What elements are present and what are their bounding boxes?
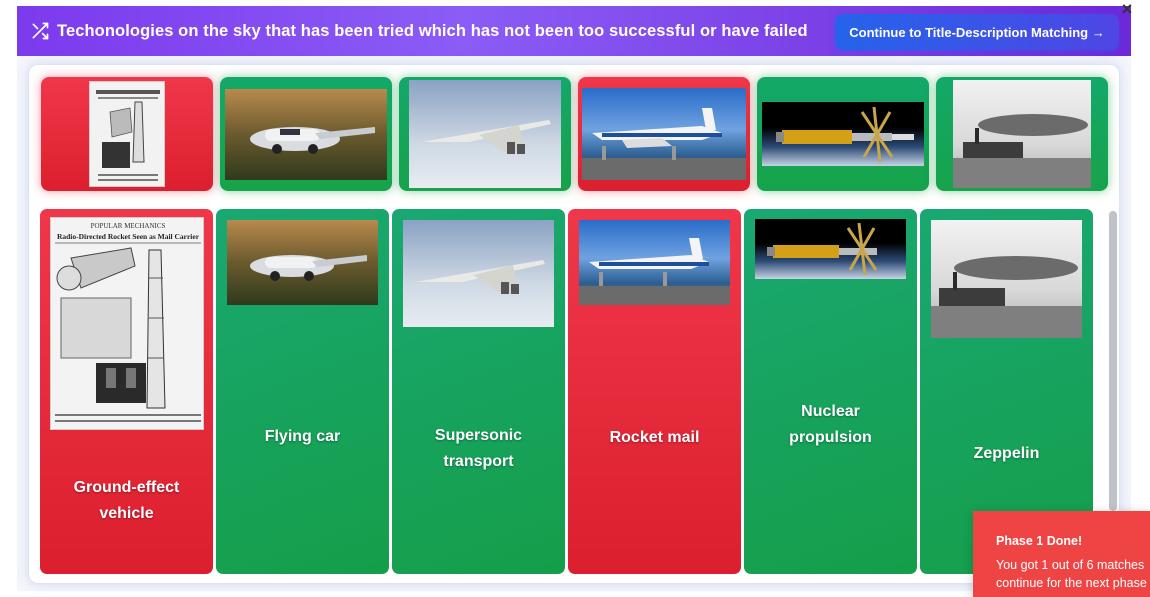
page-edge <box>0 0 17 597</box>
rocket-mail-image <box>89 81 165 187</box>
nuclear-card-image <box>755 219 906 279</box>
column-label-ground-effect: Ground-effect vehicle <box>73 479 180 522</box>
toast-message-line-2: continue for the next phase <box>996 576 1147 590</box>
thumbnail-ground-effect[interactable] <box>578 77 750 191</box>
column-label-nuclear: Nuclear propulsion <box>789 403 872 446</box>
magazine-headline: Radio-Directed Rocket Seen as Mail Carri… <box>56 232 199 241</box>
column-label-rocket-mail: Rocket mail <box>609 429 700 446</box>
zeppelin-image <box>953 80 1091 188</box>
stage: Techonologies on the sky that has been t… <box>0 0 1150 597</box>
page-title: Techonologies on the sky that has been t… <box>57 21 808 40</box>
supersonic-card-image <box>403 220 554 327</box>
nuclear-image <box>762 102 924 166</box>
supersonic-image <box>409 80 561 188</box>
toast-title: Phase 1 Done! <box>996 534 1083 548</box>
thumbnail-zeppelin[interactable] <box>936 77 1108 191</box>
thumbnail-supersonic[interactable] <box>399 77 571 191</box>
ground-effect-card-image <box>579 220 730 305</box>
zeppelin-card-image <box>931 220 1082 338</box>
drop-column-flying-car[interactable]: Flying car <box>216 209 389 574</box>
column-label-supersonic: Supersonic transport <box>434 427 523 470</box>
modal-header: Techonologies on the sky that has been t… <box>17 6 1131 56</box>
close-icon[interactable]: × <box>1117 0 1137 20</box>
thumbnail-nuclear[interactable] <box>757 77 929 191</box>
thumbnail-flying-car[interactable] <box>220 77 392 191</box>
drop-column-rocket-mail[interactable]: Rocket mail <box>568 209 741 574</box>
flying-car-image <box>225 88 387 180</box>
drop-column-nuclear[interactable]: Nuclear propulsion <box>744 209 917 574</box>
flying-car-card-image <box>227 220 378 305</box>
game-modal: Techonologies on the sky that has been t… <box>17 6 1131 591</box>
drop-column-supersonic[interactable]: Supersonic transport <box>392 209 565 574</box>
thumbnail-rocket-mail[interactable] <box>41 77 213 191</box>
column-label-zeppelin: Zeppelin <box>973 445 1040 462</box>
board-scrollbar[interactable] <box>1109 211 1117 511</box>
shuffle-icon <box>29 20 51 42</box>
matching-board: POPULAR MECHANICS Radio-Directed Rocket … <box>28 64 1120 584</box>
continue-button[interactable]: Continue to Title-Description Matching → <box>835 14 1119 50</box>
title-columns: POPULAR MECHANICS Radio-Directed Rocket … <box>40 209 1096 574</box>
magazine-masthead: POPULAR MECHANICS <box>90 222 165 230</box>
phase-complete-toast: Phase 1 Done! You got 1 out of 6 matches… <box>973 511 1150 597</box>
ground-effect-image <box>582 88 746 180</box>
image-thumbnail-row <box>41 77 1115 191</box>
column-label-flying-car: Flying car <box>264 428 341 445</box>
rocket-mail-magazine-image: POPULAR MECHANICS Radio-Directed Rocket … <box>49 217 204 430</box>
drop-column-ground-effect[interactable]: POPULAR MECHANICS Radio-Directed Rocket … <box>40 209 213 574</box>
toast-message-line-1: You got 1 out of 6 matches <box>996 558 1145 572</box>
